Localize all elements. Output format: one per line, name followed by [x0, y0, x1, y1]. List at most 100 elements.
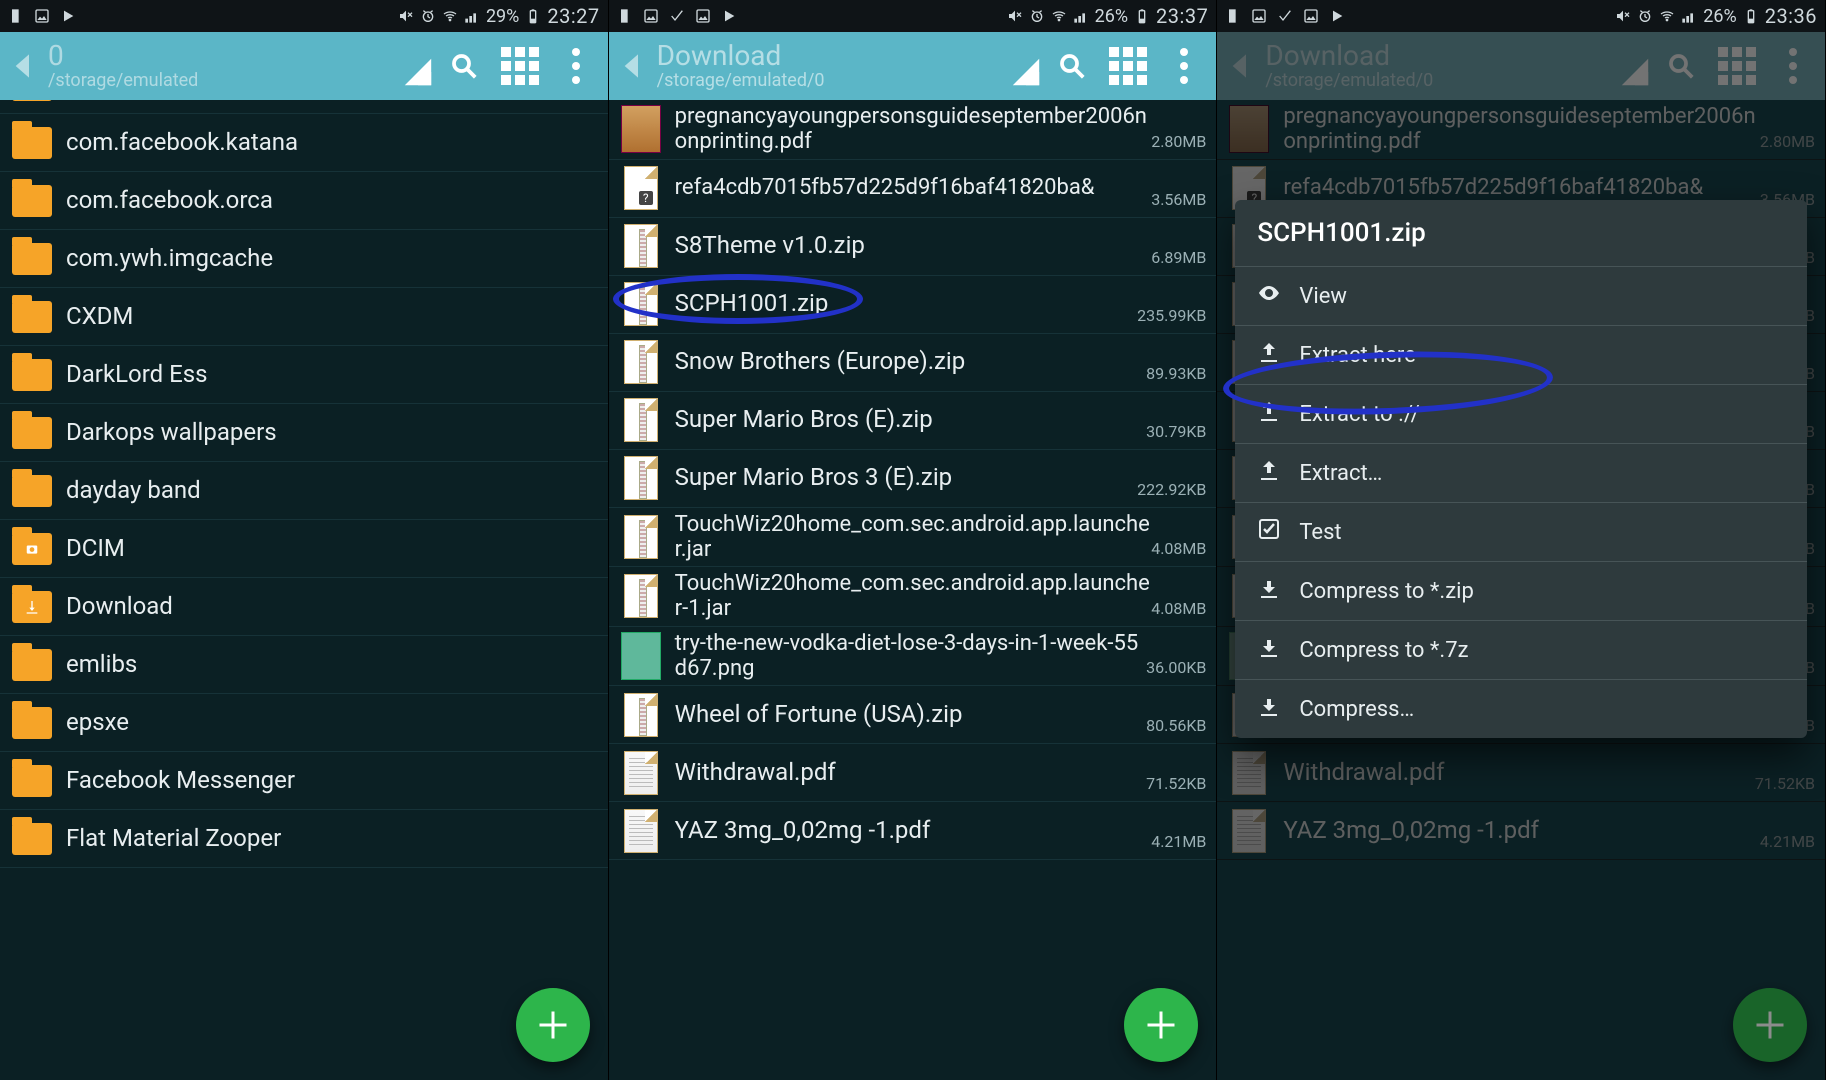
up-icon — [1257, 340, 1281, 370]
menu-item[interactable]: Compress… — [1235, 680, 1807, 738]
phone-icon — [617, 8, 633, 24]
menu-item-label: Compress to *.7z — [1299, 638, 1468, 663]
menu-item[interactable]: Extract here — [1235, 326, 1807, 385]
alarm-icon — [1029, 8, 1045, 24]
battery-pct: 26% — [1095, 6, 1128, 27]
file-row[interactable]: emlibs — [0, 636, 608, 694]
file-name: TouchWiz20home_com.sec.android.app.launc… — [665, 512, 1152, 563]
file-name: Super Mario Bros 3 (E).zip — [665, 464, 1137, 492]
play-icon — [60, 8, 76, 24]
panel-context-menu: 26% 23:36 Download /storage/emulated/0 p… — [1217, 0, 1826, 1080]
file-row[interactable]: pregnancyayoungpersonsguideseptember2006… — [609, 100, 1217, 160]
storage-selector[interactable] — [400, 44, 436, 88]
up-icon — [1257, 458, 1281, 488]
file-name: SCPH1001.zip — [665, 290, 1137, 318]
file-row[interactable]: DarkLord Ess — [0, 346, 608, 404]
file-row[interactable]: Super Mario Bros 3 (E).zip222.92KB — [609, 450, 1217, 508]
file-row[interactable]: dayday band — [0, 462, 608, 520]
file-row[interactable]: Super Mario Bros (E).zip30.79KB — [609, 392, 1217, 450]
file-row[interactable]: Snow Brothers (Europe).zip89.93KB — [609, 334, 1217, 392]
file-name: com.facebook.katana — [56, 129, 600, 157]
overflow-button[interactable] — [1156, 48, 1212, 84]
file-name: epsxe — [56, 709, 600, 737]
file-row[interactable]: epsxe — [0, 694, 608, 752]
file-row[interactable] — [0, 100, 608, 114]
file-row[interactable]: com.facebook.katana — [0, 114, 608, 172]
down-icon — [1257, 635, 1281, 665]
file-row[interactable]: try-the-new-vodka-diet-lose-3-days-in-1-… — [609, 627, 1217, 687]
context-menu: SCPH1001.zip ViewExtract hereExtract to … — [1235, 200, 1807, 738]
file-row[interactable]: Flat Material Zooper — [0, 810, 608, 868]
file-row[interactable]: Darkops wallpapers — [0, 404, 608, 462]
toolbar-path: /storage/emulated — [48, 72, 400, 90]
file-row[interactable]: ?refa4cdb7015fb57d225d9f16baf41820ba&3.5… — [609, 160, 1217, 218]
file-name: DarkLord Ess — [56, 361, 600, 389]
menu-item[interactable]: Compress to *.zip — [1235, 562, 1807, 621]
file-size: 71.52KB — [1146, 774, 1208, 797]
toolbar-path: /storage/emulated/0 — [657, 72, 1009, 90]
menu-item[interactable]: Test — [1235, 503, 1807, 562]
down-icon — [1257, 576, 1281, 606]
back-button[interactable] — [4, 46, 44, 86]
file-thumb — [617, 691, 665, 739]
file-size: 3.56MB — [1151, 190, 1208, 213]
file-row[interactable]: Withdrawal.pdf71.52KB — [609, 744, 1217, 802]
up-icon — [1257, 399, 1281, 429]
file-row[interactable]: TouchWiz20home_com.sec.android.app.launc… — [609, 567, 1217, 627]
file-row[interactable]: YAZ 3mg_0,02mg -1.pdf4.21MB — [609, 802, 1217, 860]
file-row[interactable]: Download — [0, 578, 608, 636]
file-row[interactable]: Facebook Messenger — [0, 752, 608, 810]
search-button[interactable] — [436, 51, 492, 81]
file-size: 222.92KB — [1137, 480, 1208, 503]
fab-add[interactable] — [516, 988, 590, 1062]
file-name: pregnancyayoungpersonsguideseptember2006… — [665, 104, 1152, 155]
file-size: 36.00KB — [1146, 658, 1208, 681]
file-name: emlibs — [56, 651, 600, 679]
file-row[interactable]: S8Theme v1.0.zip6.89MB — [609, 218, 1217, 276]
battery-pct: 29% — [486, 6, 519, 27]
file-thumb — [617, 105, 665, 153]
file-name: Darkops wallpapers — [56, 419, 600, 447]
file-row[interactable]: TouchWiz20home_com.sec.android.app.launc… — [609, 508, 1217, 568]
file-name: Facebook Messenger — [56, 767, 600, 795]
status-bar: 26% 23:37 — [609, 0, 1217, 32]
file-size: 235.99KB — [1137, 306, 1208, 329]
file-thumb — [617, 338, 665, 386]
menu-item[interactable]: Extract… — [1235, 444, 1807, 503]
image-icon — [695, 8, 711, 24]
file-row[interactable]: SCPH1001.zip235.99KB — [609, 276, 1217, 334]
view-grid-button[interactable] — [492, 47, 548, 85]
back-button[interactable] — [613, 46, 653, 86]
view-grid-button[interactable] — [1100, 47, 1156, 85]
search-button[interactable] — [1044, 51, 1100, 81]
file-list[interactable]: pregnancyayoungpersonsguideseptember2006… — [609, 100, 1217, 1080]
file-name: CXDM — [56, 303, 600, 331]
file-row[interactable]: Wheel of Fortune (USA).zip80.56KB — [609, 686, 1217, 744]
file-name: Wheel of Fortune (USA).zip — [665, 701, 1146, 729]
toolbar-title: 0 — [48, 42, 400, 70]
file-row[interactable]: com.ywh.imgcache — [0, 230, 608, 288]
menu-item[interactable]: View — [1235, 267, 1807, 326]
file-size: 4.21MB — [1151, 832, 1208, 855]
storage-selector[interactable] — [1008, 44, 1044, 88]
file-name: com.facebook.orca — [56, 187, 600, 215]
image-icon — [34, 8, 50, 24]
file-row[interactable]: CXDM — [0, 288, 608, 346]
file-name: YAZ 3mg_0,02mg -1.pdf — [665, 817, 1152, 845]
wifi-icon — [442, 8, 458, 24]
file-row[interactable]: com.facebook.orca — [0, 172, 608, 230]
mute-icon — [398, 8, 414, 24]
folder-icon — [8, 533, 56, 565]
file-size: 30.79KB — [1146, 422, 1208, 445]
overflow-button[interactable] — [548, 48, 604, 84]
down-icon — [1257, 694, 1281, 724]
file-row[interactable]: DCIM — [0, 520, 608, 578]
mute-icon — [1007, 8, 1023, 24]
folder-icon — [8, 359, 56, 391]
menu-item-label: Compress to *.zip — [1299, 579, 1473, 604]
menu-item[interactable]: Compress to *.7z — [1235, 621, 1807, 680]
file-size: 4.08MB — [1151, 599, 1208, 622]
menu-item[interactable]: Extract to .// — [1235, 385, 1807, 444]
fab-add[interactable] — [1124, 988, 1198, 1062]
file-list[interactable]: com.facebook.katana com.facebook.orca com.… — [0, 100, 608, 1080]
